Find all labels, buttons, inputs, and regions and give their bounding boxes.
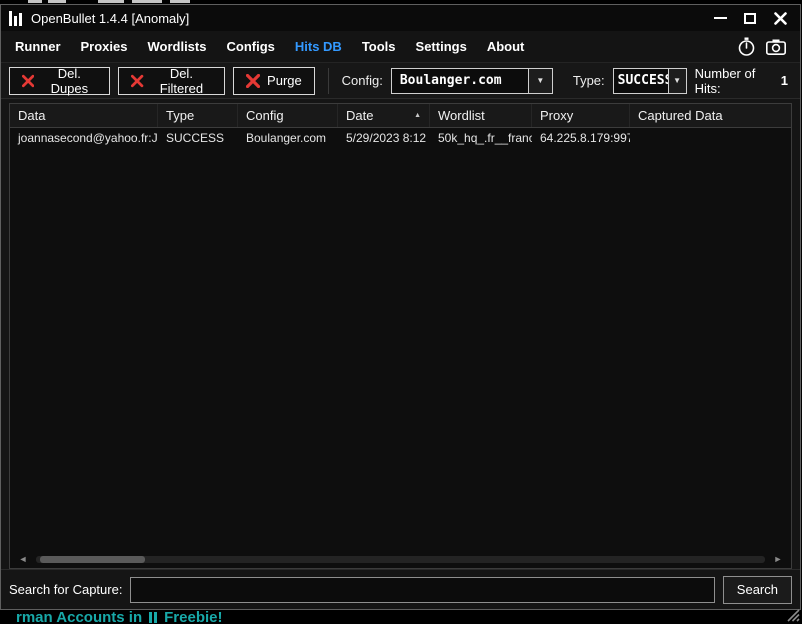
scroll-left-button[interactable]: ◄ <box>14 550 32 568</box>
menu-item-runner[interactable]: Runner <box>5 32 71 61</box>
scrollbar-thumb[interactable] <box>40 556 145 563</box>
hits-count-label: Number of Hits: <box>695 66 773 96</box>
gauge-icon[interactable] <box>737 37 756 56</box>
camera-icon[interactable] <box>766 39 786 55</box>
capture-search-input[interactable] <box>130 577 714 603</box>
column-header-type[interactable]: Type <box>158 104 238 127</box>
config-label: Config: <box>342 73 383 88</box>
toolbar: Del. Dupes Del. Filtered Purge Config: B… <box>1 63 800 99</box>
openbullet-logo-icon <box>9 11 22 26</box>
delete-x-icon <box>246 74 260 88</box>
column-header-wordlist[interactable]: Wordlist <box>430 104 532 127</box>
cell-config: Boulanger.com <box>238 131 338 145</box>
del-dupes-button[interactable]: Del. Dupes <box>9 67 110 95</box>
del-filtered-label: Del. Filtered <box>151 66 212 96</box>
capture-search-label: Search for Capture: <box>9 582 122 597</box>
cell-date: 5/29/2023 8:12 <box>338 131 430 145</box>
delete-x-icon <box>22 74 34 88</box>
column-header-config[interactable]: Config <box>238 104 338 127</box>
maximize-button[interactable] <box>742 10 758 26</box>
hits-count-value: 1 <box>781 73 788 88</box>
background-text-fragment <box>48 0 66 3</box>
menu-item-configs[interactable]: Configs <box>216 32 284 61</box>
type-label: Type: <box>573 73 605 88</box>
menu-item-hits-db[interactable]: Hits DB <box>285 32 352 61</box>
scroll-right-button[interactable]: ► <box>769 550 787 568</box>
minimize-button[interactable] <box>712 10 728 26</box>
menu-item-about[interactable]: About <box>477 32 535 61</box>
resize-grip[interactable] <box>784 606 800 622</box>
background-link-text: Freebie! <box>164 609 222 624</box>
cell-type: SUCCESS <box>158 131 238 145</box>
horizontal-scrollbar: ◄ ► <box>10 550 791 568</box>
window-title: OpenBullet 1.4.4 [Anomaly] <box>31 11 189 26</box>
titlebar: OpenBullet 1.4.4 [Anomaly] <box>1 5 800 31</box>
column-header-captured-data[interactable]: Captured Data <box>630 104 791 127</box>
type-select[interactable]: SUCCESS ▼ <box>613 68 687 94</box>
chevron-down-icon[interactable]: ▼ <box>528 69 552 93</box>
sort-ascending-icon: ▲ <box>414 112 421 119</box>
purge-label: Purge <box>267 73 302 88</box>
hits-grid: Data Type Config Date ▲ Wordlist Proxy <box>9 103 792 569</box>
menu-item-tools[interactable]: Tools <box>352 32 406 61</box>
screen: OpenBullet 1.4.4 [Anomaly] Runner Proxie… <box>0 0 802 624</box>
background-text-fragment <box>170 0 190 3</box>
menu-item-proxies[interactable]: Proxies <box>71 32 138 61</box>
delete-x-icon <box>131 74 143 88</box>
config-select-value: Boulanger.com <box>392 69 528 93</box>
capture-search-bar: Search for Capture: Search <box>1 569 800 609</box>
column-header-date[interactable]: Date ▲ <box>338 104 430 127</box>
background-link: rman Accounts in Freebie! <box>16 609 223 624</box>
menu-item-wordlists[interactable]: Wordlists <box>137 32 216 61</box>
toolbar-divider <box>328 68 329 94</box>
background-text-fragment <box>132 0 162 3</box>
maximize-icon <box>744 13 756 24</box>
openbullet-window: OpenBullet 1.4.4 [Anomaly] Runner Proxie… <box>0 4 801 610</box>
del-filtered-button[interactable]: Del. Filtered <box>118 67 225 95</box>
background-link-bars-icon <box>149 612 157 623</box>
minimize-icon <box>714 17 727 19</box>
close-icon <box>774 12 787 25</box>
del-dupes-label: Del. Dupes <box>41 66 97 96</box>
menu-icons <box>737 37 796 56</box>
cell-data: joannasecond@yahoo.fr:Jr <box>10 131 158 145</box>
menubar: Runner Proxies Wordlists Configs Hits DB… <box>1 31 800 63</box>
purge-button[interactable]: Purge <box>233 67 315 95</box>
close-button[interactable] <box>772 10 788 26</box>
background-text-fragment <box>98 0 124 3</box>
cell-proxy: 64.225.8.179:997 <box>532 131 630 145</box>
grid-header: Data Type Config Date ▲ Wordlist Proxy <box>10 104 791 128</box>
config-select[interactable]: Boulanger.com ▼ <box>391 68 553 94</box>
chevron-down-icon[interactable]: ▼ <box>668 69 686 93</box>
hits-count-group: Number of Hits: 1 <box>695 66 792 96</box>
background-text-fragment <box>28 0 42 3</box>
scrollbar-track[interactable] <box>36 556 765 563</box>
search-button[interactable]: Search <box>723 576 792 604</box>
table-row[interactable]: joannasecond@yahoo.fr:Jr SUCCESS Boulang… <box>10 128 791 147</box>
menu-item-settings[interactable]: Settings <box>406 32 477 61</box>
column-header-proxy[interactable]: Proxy <box>532 104 630 127</box>
cell-wordlist: 50k_hq_.fr__franc <box>430 131 532 145</box>
grid-body: joannasecond@yahoo.fr:Jr SUCCESS Boulang… <box>10 128 791 550</box>
type-select-value: SUCCESS <box>614 69 668 93</box>
window-controls <box>712 10 792 26</box>
background-link-text: rman Accounts in <box>16 609 142 624</box>
column-header-data[interactable]: Data <box>10 104 158 127</box>
